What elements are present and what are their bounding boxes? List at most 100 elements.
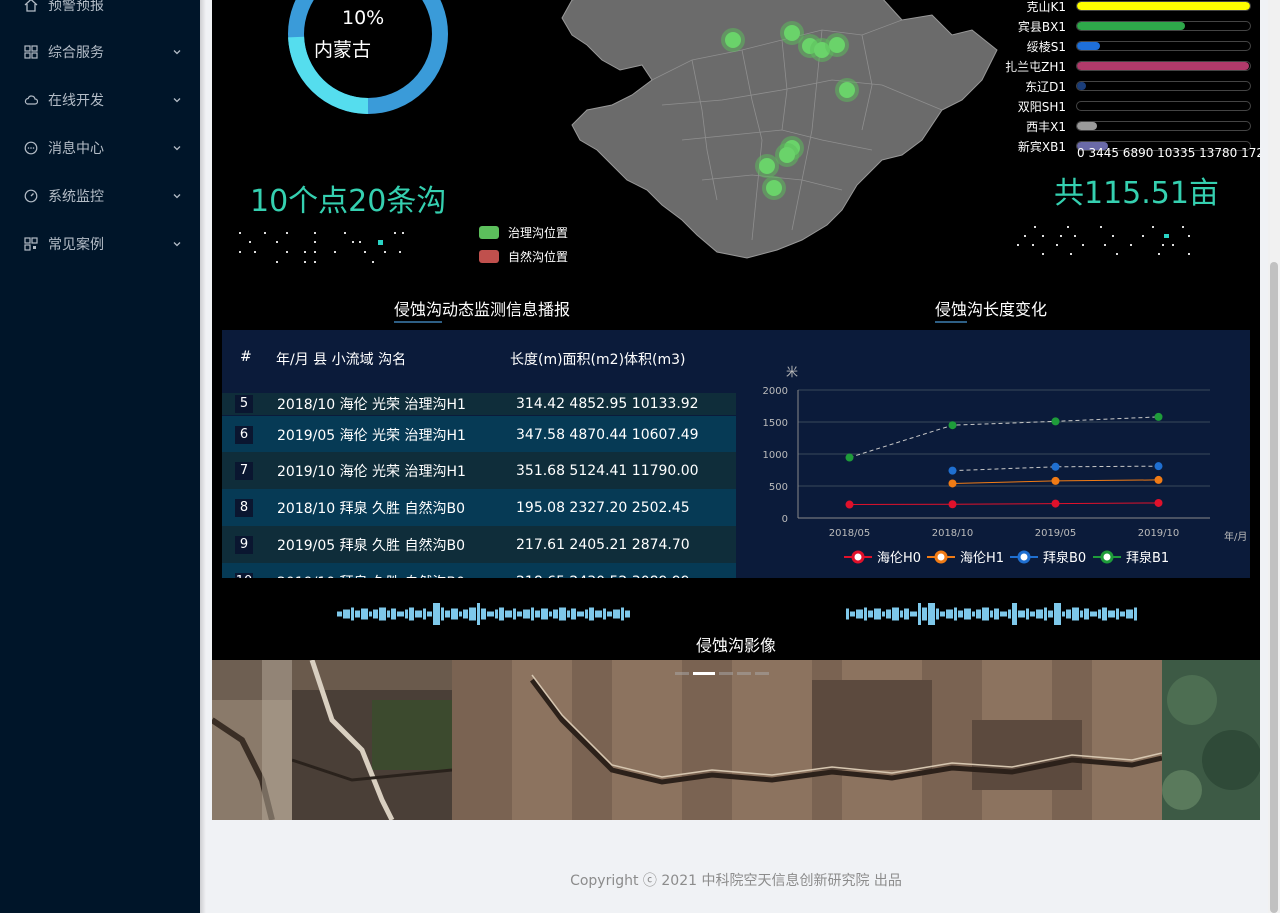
wave-bar — [459, 611, 462, 617]
scrollbar-thumb[interactable] — [1270, 262, 1278, 913]
data-point — [1051, 476, 1060, 485]
wave-bar — [874, 608, 881, 620]
bar-track — [1076, 81, 1251, 91]
carousel-dot[interactable] — [755, 672, 769, 675]
data-point — [948, 479, 957, 488]
monitoring-table: # 年/月 县 小流域 沟名 长度(m)面积(m2)体积(m3) 5 2018/1… — [222, 330, 736, 578]
row-name: 2019/05 拜泉 久胜 自然沟B0 — [277, 537, 466, 554]
menu-item-services[interactable]: 综合服务 — [0, 28, 200, 76]
wave-bar — [990, 610, 993, 618]
bar-fill — [1077, 42, 1101, 50]
y-tick-label: 2000 — [763, 386, 788, 397]
wave-bar — [433, 603, 440, 625]
carousel-dot[interactable] — [719, 672, 733, 675]
gully-image-4[interactable] — [1162, 660, 1260, 820]
dashboard-panel: 10% 内蒙古 10个点20条沟 共115.51亩 治理沟位置 自然沟位置 克山… — [212, 0, 1260, 660]
row-values: 195.08 2327.20 2502.45 — [516, 499, 690, 516]
wave-bar — [603, 608, 606, 620]
grid-icon — [24, 45, 38, 59]
bar-label: 东辽D1 — [1025, 80, 1066, 94]
series-line — [849, 416, 1159, 458]
row-index: 8 — [235, 498, 253, 517]
carousel-dot-active[interactable] — [693, 672, 715, 675]
table-row[interactable]: 5 2018/10 海伦 光荣 治理沟H1 314.42 4852.95 10133… — [222, 393, 736, 415]
wave-bar — [1018, 610, 1025, 618]
length-chart-panel: 0 500 1000 1500 2000 米年/月 2018/05 2018/10 2019/0… — [736, 330, 1250, 578]
menu-item-monitor[interactable]: 系统监控 — [0, 172, 200, 220]
wave-bar — [1008, 609, 1011, 619]
legend-marker — [934, 550, 948, 564]
table-row[interactable]: 8 2018/10 拜泉 久胜 自然沟B0 195.08 2327.20 2502.… — [222, 489, 736, 526]
qrcode-icon — [24, 237, 38, 251]
row-name: 2018/10 拜泉 久胜 自然沟B0 — [277, 500, 466, 517]
wave-bar — [469, 607, 476, 621]
bar-track — [1076, 21, 1251, 31]
wave-bar — [625, 610, 630, 618]
wave-bar — [513, 608, 516, 620]
wave-bar — [1102, 607, 1107, 621]
donut-percent: 10% — [342, 7, 384, 29]
row-values: 314.42 4852.95 10133.92 — [516, 396, 699, 412]
menu-item-messages[interactable]: 消息中心 — [0, 124, 200, 172]
wave-bar — [850, 611, 855, 617]
wave-bar — [531, 607, 534, 621]
legend-marker — [1100, 550, 1114, 564]
decor-dots-right — [1017, 226, 1190, 255]
bar-fill — [1077, 62, 1249, 70]
table-row[interactable]: 9 2019/05 拜泉 久胜 自然沟B0 217.61 2405.21 2874.… — [222, 526, 736, 563]
wave-bar — [391, 608, 396, 620]
table-row[interactable]: 6 2019/05 海伦 光荣 治理沟H1 347.58 4870.44 10607… — [222, 416, 736, 453]
table-header-name: 年/月 县 小流域 沟名 — [276, 352, 407, 368]
table-row[interactable]: 7 2019/10 海伦 光荣 治理沟H1 351.68 5124.41 11790… — [222, 452, 736, 489]
row-index: 7 — [235, 461, 253, 480]
y-tick-label: 0 — [782, 514, 788, 525]
chevron-down-icon — [172, 237, 182, 253]
donut-chart: 10% 内蒙古 — [288, 0, 448, 114]
wave-bar — [900, 610, 903, 618]
menu-label: 消息中心 — [48, 141, 104, 157]
carousel-dot[interactable] — [675, 672, 689, 675]
gully-image-1[interactable] — [212, 660, 292, 820]
wave-bar — [567, 610, 570, 618]
wave-bar — [1116, 608, 1119, 620]
bar-track — [1076, 61, 1251, 71]
wave-bar — [1084, 608, 1089, 620]
page-scrollbar[interactable] — [1268, 0, 1280, 913]
dashboard-icon — [24, 189, 38, 203]
wave-bar — [1054, 603, 1061, 625]
wave-bar — [1066, 609, 1071, 619]
image-carousel[interactable] — [212, 660, 1260, 820]
wave-bar — [922, 607, 927, 621]
wave-bar — [1126, 609, 1133, 619]
gully-image-2[interactable] — [292, 660, 452, 820]
donut-label: 内蒙古 — [314, 39, 371, 61]
x-tick-label: 2019/10 — [1138, 528, 1180, 539]
wave-bar — [441, 607, 444, 621]
chart-section-title: 侵蚀沟长度变化 — [935, 300, 1048, 319]
wave-bar — [1048, 610, 1053, 618]
decor-wave-left — [337, 603, 630, 625]
wave-bar — [517, 611, 522, 617]
table-row[interactable]: 10 2019/10 拜泉 久胜 自然沟B0 218.65 2430.52 3089… — [222, 563, 736, 578]
legend-marker — [851, 550, 865, 564]
wave-bar — [343, 609, 350, 619]
legend-label: 拜泉B0 — [1043, 550, 1086, 566]
row-name: 2019/10 拜泉 久胜 自然沟B0 — [277, 572, 465, 579]
footer-copyright: Copyright ⓒ 2021 中科院空天信息创新研究院 出品 — [570, 873, 902, 889]
wave-bar — [940, 611, 945, 617]
gully-image-main[interactable] — [452, 660, 1162, 820]
wave-bar — [337, 611, 342, 617]
length-line-chart: 0 500 1000 1500 2000 米年/月 2018/05 2018/10 2019/0… — [763, 365, 1248, 566]
wave-bar — [868, 610, 873, 618]
wave-bar — [451, 608, 458, 620]
menu-item-dev[interactable]: 在线开发 — [0, 76, 200, 124]
data-point — [1051, 462, 1060, 471]
bar-label: 扎兰屯ZH1 — [1005, 60, 1066, 74]
carousel-dot[interactable] — [737, 672, 751, 675]
wave-bar — [1072, 607, 1079, 621]
wave-bar — [369, 611, 372, 617]
wave-bar — [1012, 603, 1017, 625]
menu-item-cases[interactable]: 常见案例 — [0, 220, 200, 268]
legend-swatch — [479, 226, 499, 239]
menu-item-warning[interactable]: 预警预报 — [0, 0, 200, 29]
